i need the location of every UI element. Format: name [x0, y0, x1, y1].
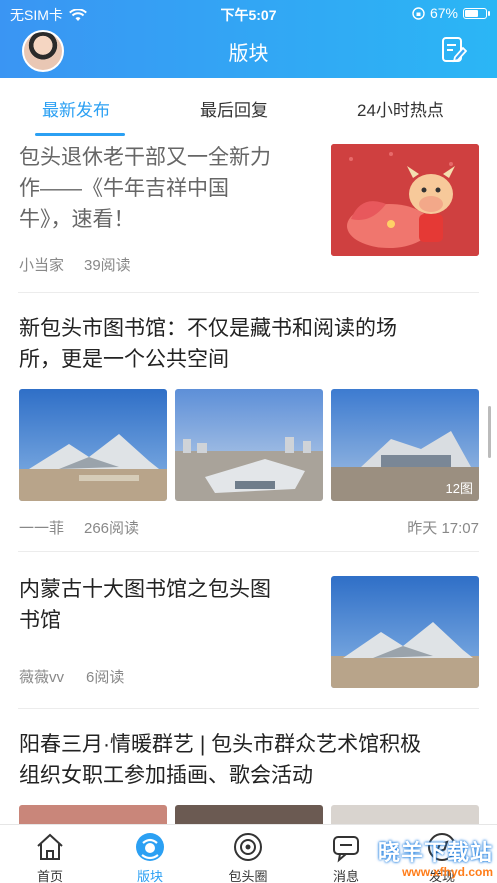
watermark-title: 晓羊下载站 [377, 840, 493, 865]
post-reads: 266阅读 [84, 520, 140, 537]
post-author[interactable]: 小当家 [19, 254, 64, 275]
post-title: 包头退休老干部又一全新力 作——《牛年吉祥中国 牛》，速看！ [19, 146, 271, 231]
post-image[interactable] [331, 805, 479, 824]
post-author[interactable]: 一一菲 [19, 517, 64, 538]
post-image[interactable] [19, 389, 167, 501]
post-item[interactable]: 内蒙古十大图书馆之包头图 书馆 薇薇vv 6阅读 [0, 552, 497, 708]
image-count-badge: 12图 [445, 481, 473, 496]
post-image[interactable]: 12图 [331, 389, 479, 501]
tabbar-label: 消息 [332, 869, 359, 883]
site-watermark: 晓羊下载站 www.xfhyd.com [378, 835, 493, 879]
message-icon [333, 836, 359, 863]
post-item[interactable]: 包头退休老干部又一全新力 作——《牛年吉祥中国 牛》，速看！ 小当家 39阅读 [0, 136, 497, 292]
tabbar-label: 包头圈 [228, 869, 268, 883]
post-image[interactable] [175, 805, 323, 824]
tabbar-label: 版块 [136, 869, 163, 883]
home-icon [37, 833, 63, 860]
tab-24h-hot[interactable]: 24小时热点 [357, 96, 444, 121]
post-reads: 39阅读 [84, 257, 131, 274]
status-bar: 无SIM卡 下午5:07 67% [0, 0, 497, 26]
post-item[interactable]: 阳春三月·情暖群艺 | 包头市群众艺术馆积极 组织女职工参加插画、歌会活动 [0, 709, 497, 824]
page-title: 版块 [228, 43, 269, 65]
post-thumbnail[interactable] [331, 144, 479, 256]
watermark-url: www.xfhyd.com [402, 865, 493, 879]
feed-tabs: 最新发布 最后回复 24小时热点 [0, 78, 497, 136]
post-feed[interactable]: 包头退休老干部又一全新力 作——《牛年吉祥中国 牛》，速看！ 小当家 39阅读 [0, 136, 497, 824]
board-icon [136, 833, 164, 861]
post-thumbnail[interactable] [331, 576, 479, 688]
post-image[interactable] [19, 805, 167, 824]
ox-illustration [331, 144, 479, 256]
app-header: 无SIM卡 下午5:07 67% 版块 [0, 0, 497, 78]
library-photo [331, 576, 479, 688]
battery-percent: 67% [429, 5, 458, 21]
tabbar-label: 首页 [36, 869, 63, 883]
post-time: 昨天 17:07 [407, 520, 479, 537]
post-title: 阳春三月·情暖群艺 | 包头市群众艺术馆积极 组织女职工参加插画、歌会活动 [19, 733, 422, 787]
post-image[interactable] [175, 389, 323, 501]
post-reads: 6阅读 [86, 669, 125, 686]
tab-latest[interactable]: 最新发布 [42, 96, 110, 121]
post-title: 内蒙古十大图书馆之包头图 书馆 [19, 578, 271, 632]
post-item[interactable]: 新包头市图书馆：不仅是藏书和阅读的场 所，更是一个公共空间 12图 一一菲 26… [0, 293, 497, 551]
city-photo [175, 389, 323, 501]
bottom-tab-bar: 首页 版块 包头圈 消息 发现 晓羊下载站 www.xfhyd.com [0, 824, 497, 883]
compose-icon[interactable] [441, 36, 467, 64]
orientation-lock-icon [412, 6, 425, 20]
post-author[interactable]: 薇薇vv [19, 666, 64, 687]
circle-icon [234, 833, 262, 861]
library-photo [19, 389, 167, 501]
scrollbar[interactable] [488, 406, 491, 458]
post-title: 新包头市图书馆：不仅是藏书和阅读的场 所，更是一个公共空间 [19, 317, 397, 371]
tab-last-reply[interactable]: 最后回复 [200, 96, 268, 121]
battery-icon [463, 7, 490, 19]
